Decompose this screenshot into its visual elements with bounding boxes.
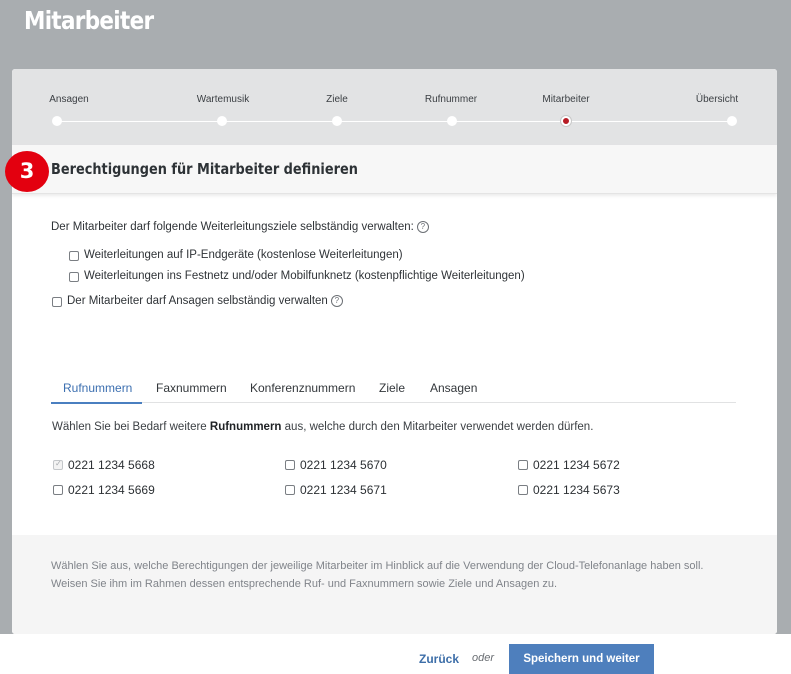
number-checkbox-5671[interactable]: [285, 485, 295, 495]
help-note: Wählen Sie aus, welche Berechtigungen de…: [12, 535, 777, 634]
forward-intro-text: Der Mitarbeiter darf folgende Weiterleit…: [51, 221, 414, 233]
section-header: Berechtigungen für Mitarbeiter definiere…: [12, 145, 777, 194]
landline-forwarding-checkbox[interactable]: [69, 272, 79, 282]
number-checkbox-5673[interactable]: [518, 485, 528, 495]
help-icon[interactable]: ?: [330, 295, 343, 307]
number-label-5672: 0221 1234 5672: [533, 458, 620, 472]
tab-ansagen[interactable]: Ansagen: [430, 381, 477, 395]
or-separator: oder: [472, 652, 495, 664]
number-type-tabs: Rufnummern Faxnummern Konferenznummern Z…: [51, 373, 736, 404]
step-dot: [52, 116, 62, 126]
info-text-bold: Rufnummern: [209, 421, 282, 433]
step-dot: [447, 116, 457, 126]
numbers-info-text: Wählen Sie bei Bedarf weitere Rufnummern…: [52, 421, 593, 433]
step-label: Rufnummer: [424, 94, 478, 105]
step-dot: [727, 116, 737, 126]
landline-forwarding-label: Weiterleitungen ins Festnetz und/oder Mo…: [84, 270, 525, 282]
number-checkbox-5669[interactable]: [53, 485, 63, 495]
number-checkbox-5672[interactable]: [518, 460, 528, 470]
step-label: Ziele: [326, 94, 348, 105]
announcements-label: Der Mitarbeiter darf Ansagen selbständig…: [67, 295, 328, 307]
step-label: Wartemusik: [196, 94, 250, 105]
active-tab-indicator: [51, 402, 142, 404]
save-and-continue-button[interactable]: Speichern und weiter: [509, 644, 654, 674]
step-label: Übersicht: [695, 94, 739, 105]
number-checkbox-5670[interactable]: [285, 460, 295, 470]
announcements-permission: Der Mitarbeiter darf Ansagen selbständig…: [67, 295, 343, 307]
help-note-line-2: Weisen Sie ihm im Rahmen dessen entsprec…: [51, 578, 558, 590]
number-label-5671: 0221 1234 5671: [300, 483, 387, 497]
info-text-end: aus, welche durch den Mitarbeiter verwen…: [281, 421, 594, 433]
tab-ziele[interactable]: Ziele: [379, 381, 405, 395]
tab-rufnummern[interactable]: Rufnummern: [63, 381, 132, 395]
number-label-5670: 0221 1234 5670: [300, 458, 387, 472]
number-label-5673: 0221 1234 5673: [533, 483, 620, 497]
stepper-line: [56, 121, 732, 122]
number-checkbox-5668[interactable]: [53, 459, 63, 470]
number-label-5668: 0221 1234 5668: [68, 458, 155, 472]
number-label-5669: 0221 1234 5669: [68, 483, 155, 497]
ip-forwarding-label: Weiterleitungen auf IP-Endgeräte (kosten…: [84, 249, 403, 261]
help-icon[interactable]: ?: [416, 221, 429, 233]
tab-faxnummern[interactable]: Faxnummern: [156, 381, 227, 395]
info-text-start: Wählen Sie bei Bedarf weitere: [52, 421, 210, 433]
wizard-card: Ansagen Wartemusik Ziele Rufnummer Mitar…: [12, 69, 777, 634]
help-note-line-1: Wählen Sie aus, welche Berechtigungen de…: [51, 560, 704, 572]
action-bar: Zurück oder Speichern und weiter: [0, 634, 791, 674]
announcements-checkbox[interactable]: [52, 297, 62, 307]
step-dot: [217, 116, 227, 126]
step-dot: [332, 116, 342, 126]
forward-permission-intro: Der Mitarbeiter darf folgende Weiterleit…: [51, 221, 429, 233]
step-label: Mitarbeiter: [542, 94, 590, 105]
page-title: Mitarbeiter: [24, 6, 154, 35]
back-link[interactable]: Zurück: [419, 652, 459, 666]
section-title: Berechtigungen für Mitarbeiter definiere…: [51, 160, 358, 178]
step-number-badge: 3: [5, 151, 49, 192]
ip-forwarding-checkbox[interactable]: [69, 251, 79, 261]
wizard-stepper: Ansagen Wartemusik Ziele Rufnummer Mitar…: [12, 69, 777, 145]
step-dot-active: [561, 116, 571, 126]
step-label: Ansagen: [49, 94, 89, 105]
tab-konferenznummern[interactable]: Konferenznummern: [250, 381, 355, 395]
